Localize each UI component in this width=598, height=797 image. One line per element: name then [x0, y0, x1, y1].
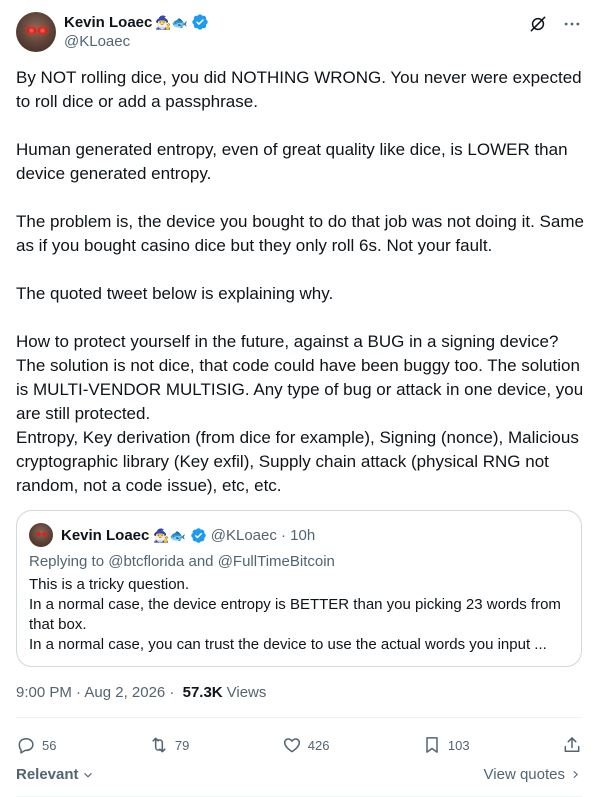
- repost-count: 79: [174, 737, 190, 753]
- repost-button[interactable]: 79: [149, 735, 189, 755]
- repost-icon: [152, 737, 166, 753]
- quoted-replying-to: Replying to @btcflorida and @FullTimeBit…: [29, 553, 335, 570]
- tweet-paragraph: Human generated entropy, even of great q…: [16, 140, 568, 183]
- bookmark-button[interactable]: 103: [422, 735, 470, 755]
- sort-replies-dropdown[interactable]: Relevant: [16, 766, 95, 783]
- views-label: Views: [226, 684, 267, 701]
- quoted-line: This is a tricky question.: [29, 576, 190, 593]
- heart-icon: [283, 738, 300, 753]
- tweet-text: By NOT rolling dice, you did NOTHING WRO…: [16, 66, 586, 498]
- quoted-line: In a normal case, you can trust the devi…: [29, 636, 547, 653]
- view-quotes-link[interactable]: View quotes: [484, 766, 582, 783]
- quoted-tweet-text: This is a tricky question. In a normal c…: [29, 575, 574, 655]
- quoted-tweet-card[interactable]: Kevin Loaec 🧙‍♂️🐟 @KLoaec · 10h Replying…: [16, 510, 582, 667]
- reply-count: 56: [42, 737, 57, 753]
- like-count: 426: [307, 737, 330, 753]
- tweet-timestamp[interactable]: 9:00 PM · Aug 2, 2026 ·: [16, 684, 179, 701]
- sort-label: Relevant: [16, 766, 79, 783]
- tweet-actions-bar: 56 79 426 103: [16, 733, 582, 757]
- author-emoji: 🧙‍♂️🐟: [155, 14, 188, 30]
- quoted-tweet-header: Kevin Loaec 🧙‍♂️🐟 @KLoaec · 10h: [29, 523, 315, 547]
- bookmark-icon: [426, 737, 438, 753]
- avatar-eye-right: [38, 27, 47, 34]
- tweet-meta: 9:00 PM · Aug 2, 2026 · 57.3K Views: [16, 684, 266, 701]
- share-icon: [564, 737, 580, 752]
- tweet-paragraph: By NOT rolling dice, you did NOTHING WRO…: [16, 68, 582, 111]
- view-quotes-label: View quotes: [483, 766, 565, 783]
- verified-badge-icon[interactable]: [191, 13, 209, 31]
- share-button[interactable]: [562, 735, 582, 755]
- avatar-eye-left: [27, 27, 36, 34]
- author-display-name[interactable]: Kevin Loaec: [64, 14, 152, 31]
- mention-link[interactable]: @FullTimeBitcoin: [218, 553, 335, 570]
- verified-badge-icon: [190, 527, 206, 543]
- quoted-author-name: Kevin Loaec: [61, 526, 150, 544]
- tweet-header: Kevin Loaec 🧙‍♂️🐟 @KLoaec: [16, 12, 582, 52]
- tweet-paragraph: How to protect yourself in the future, a…: [16, 332, 584, 495]
- like-button[interactable]: 426: [282, 735, 330, 755]
- tweet-paragraph: The quoted tweet below is explaining why…: [16, 284, 334, 303]
- chevron-down-icon: [83, 772, 92, 778]
- chevron-right-icon: [573, 770, 578, 779]
- reply-icon: [18, 738, 34, 754]
- quoted-author-handle-time: @KLoaec · 10h: [210, 526, 316, 544]
- author-avatar[interactable]: [16, 12, 56, 52]
- tweet-paragraph: The problem is, the device you bought to…: [16, 212, 584, 255]
- replies-footer: Relevant View quotes: [16, 766, 582, 783]
- grok-icon[interactable]: [528, 14, 548, 34]
- views-count: 57.3K: [182, 684, 223, 701]
- author-name-row: Kevin Loaec 🧙‍♂️🐟: [64, 13, 209, 31]
- author-handle[interactable]: @KLoaec: [64, 33, 130, 50]
- more-options-icon[interactable]: [562, 14, 582, 34]
- quoted-line: In a normal case, the device entropy is …: [29, 596, 561, 633]
- header-actions: [528, 14, 582, 34]
- mention-link[interactable]: @btcflorida: [108, 553, 184, 570]
- reply-button[interactable]: 56: [16, 735, 56, 755]
- quoted-author-avatar: [29, 523, 53, 547]
- quoted-author-emoji: 🧙‍♂️🐟: [153, 527, 186, 543]
- bookmark-count: 103: [447, 737, 470, 753]
- divider: [16, 717, 582, 718]
